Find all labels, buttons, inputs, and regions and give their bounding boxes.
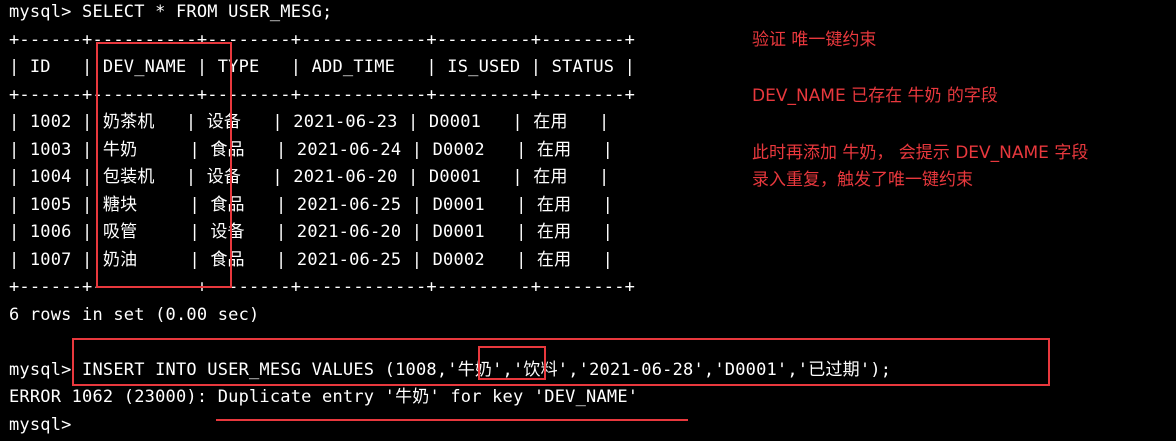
dev-name-column-highlight <box>96 42 232 288</box>
error-underline <box>216 419 688 421</box>
mysql-prompt-line[interactable]: mysql> <box>9 415 72 435</box>
annotation-existing-field: DEV_NAME 已存在 牛奶 的字段 <box>752 86 998 106</box>
annotation-duplicate-hint: 此时再添加 牛奶， 会提示 DEV_NAME 字段 <box>752 143 1089 163</box>
select-command-line: mysql> SELECT * FROM USER_MESG; <box>9 2 333 22</box>
duplicate-value-highlight <box>478 346 546 380</box>
error-message-line: ERROR 1062 (23000): Duplicate entry '牛奶'… <box>9 387 639 407</box>
annotation-title: 验证 唯一键约束 <box>752 30 877 50</box>
insert-statement-highlight <box>72 338 1050 386</box>
annotation-trigger-note: 录入重复，触发了唯一键约束 <box>752 170 973 190</box>
result-summary: 6 rows in set (0.00 sec) <box>9 305 260 325</box>
